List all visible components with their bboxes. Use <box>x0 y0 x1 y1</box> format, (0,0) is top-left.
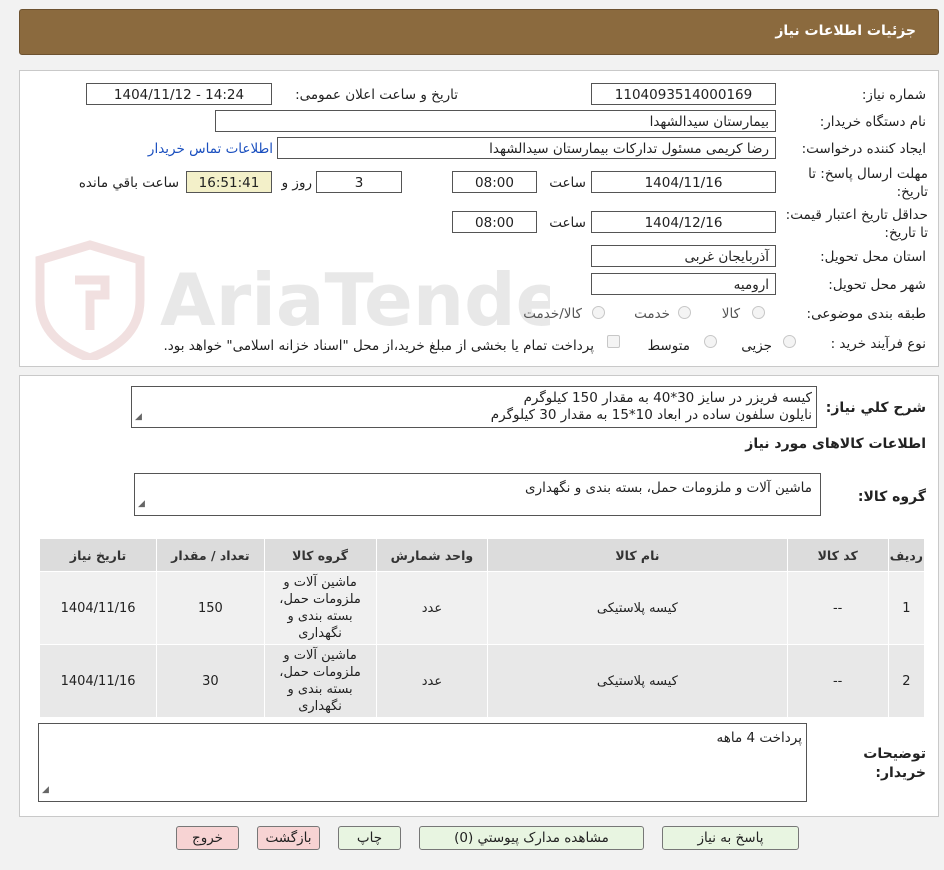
process-radio-medium[interactable] <box>704 335 717 348</box>
process-option-medium: متوسط <box>647 338 690 354</box>
col-name: نام کالا <box>487 538 788 572</box>
print-button[interactable]: چاپ <box>338 826 401 850</box>
category-option-goods: کالا <box>721 306 740 322</box>
province-label: استان محل تحویل: <box>820 249 926 265</box>
price-validity-date-field: 1404/12/16 <box>591 211 776 233</box>
col-group: گروه کالا <box>263 538 377 572</box>
buyer-org-label: نام دستگاه خریدار: <box>819 114 926 130</box>
goods-group-value: ماشین آلات و ملزومات حمل، بسته بندی و نگ… <box>525 480 812 496</box>
treasury-note: پرداخت تمام یا بخشی از مبلغ خرید،از محل … <box>163 338 594 354</box>
buyer-org-field: بیمارستان سیدالشهدا <box>215 110 776 132</box>
reply-deadline-label-text: مهلت ارسال پاسخ: تا تاریخ: <box>808 166 928 200</box>
resize-grip-icon[interactable]: ◢ <box>135 409 142 426</box>
category-label: طبقه بندی موضوعی: <box>806 306 926 322</box>
items-table: ردیف کد کالا نام کالا واحد شمارش گروه کا… <box>38 538 926 718</box>
item-group-text: ماشین آلات و ملزومات حمل، بسته بندی و نگ… <box>279 575 361 641</box>
category-option-service: خدمت <box>634 306 670 322</box>
reply-date-field: 1404/11/16 <box>591 171 776 193</box>
need-number-field: 1104093514000169 <box>591 83 776 105</box>
category-option-goods-service: کالا/خدمت <box>523 306 582 322</box>
item-group: ماشین آلات و ملزومات حمل، بسته بندی و نگ… <box>263 571 377 645</box>
item-date: 1404/11/16 <box>38 644 158 718</box>
goods-group-label: گروه کالا: <box>857 489 926 505</box>
creator-label: ایجاد کننده درخواست: <box>801 141 926 157</box>
item-name: کیسه پلاستیکی <box>487 644 788 718</box>
announce-datetime-field: 1404/11/12 - 14:24 <box>86 83 272 105</box>
back-button[interactable]: بازگشت <box>257 826 320 850</box>
reply-time-field: 08:00 <box>452 171 537 193</box>
buyer-notes-label-text: توضیحات خریدار: <box>863 746 926 781</box>
table-header-row: ردیف کد کالا نام کالا واحد شمارش گروه کا… <box>38 538 926 572</box>
resize-grip-icon[interactable]: ◢ <box>138 495 145 514</box>
remaining-time-field: 16:51:41 <box>186 171 272 193</box>
price-validity-time-field: 08:00 <box>452 211 537 233</box>
col-unit: واحد شمارش <box>375 538 489 572</box>
buyer-notes-textarea[interactable]: پرداخت 4 ماهه ◢ <box>38 723 807 802</box>
watermark-text: AriaTender.net <box>160 258 550 342</box>
col-date: تاریخ نیاز <box>38 538 158 572</box>
item-qty: 30 <box>156 644 265 718</box>
creator-field: رضا کریمی مسئول تدارکات بیمارستان سیدالش… <box>277 137 776 159</box>
remaining-time-label: ساعت باقي مانده <box>78 175 179 191</box>
col-qty: تعداد / مقدار <box>156 538 265 572</box>
city-field: ارومیه <box>591 273 776 295</box>
reply-time-label: ساعت <box>549 175 586 191</box>
item-group-text: ماشین آلات و ملزومات حمل، بسته بندی و نگ… <box>279 648 361 714</box>
summary-line-1: کیسه فریزر در سایز 30*40 به مقدار 150 کی… <box>523 390 812 406</box>
resize-grip-icon[interactable]: ◢ <box>42 781 49 800</box>
row-index: 1 <box>887 571 926 645</box>
item-code: -- <box>786 571 889 645</box>
page-title: جزئیات اطلاعات نیاز <box>775 23 916 39</box>
item-name: کیسه پلاستیکی <box>487 571 788 645</box>
price-validity-label-text: حداقل تاریخ اعتبار قیمت: تا تاریخ: <box>785 207 928 241</box>
buyer-contact-link[interactable]: اطلاعات تماس خریدار <box>148 141 273 157</box>
item-qty: 150 <box>156 571 265 645</box>
reply-days-label: روز و <box>281 175 312 191</box>
goods-section-title: اطلاعات کالاهای مورد نیاز <box>745 436 926 452</box>
category-radio-service[interactable] <box>678 306 691 319</box>
price-validity-label: حداقل تاریخ اعتبار قیمت: تا تاریخ: <box>778 206 928 242</box>
summary-line-2: نایلون سلفون ساده در ابعاد 10*15 به مقدا… <box>490 407 812 423</box>
item-unit: عدد <box>375 571 489 645</box>
announce-datetime-label: تاریخ و ساعت اعلان عمومی: <box>295 87 458 103</box>
item-date: 1404/11/16 <box>38 571 158 645</box>
reply-button[interactable]: پاسخ به نیاز <box>662 826 799 850</box>
exit-button[interactable]: خروج <box>176 826 239 850</box>
buyer-notes-label: توضیحات خریدار: <box>856 745 926 783</box>
item-group: ماشین آلات و ملزومات حمل، بسته بندی و نگ… <box>263 644 377 718</box>
goods-group-textarea[interactable]: ماشین آلات و ملزومات حمل، بسته بندی و نگ… <box>134 473 821 516</box>
category-radio-goods-service[interactable] <box>592 306 605 319</box>
need-number-label: شماره نیاز: <box>861 87 926 103</box>
process-radio-minor[interactable] <box>783 335 796 348</box>
category-radio-goods[interactable] <box>752 306 765 319</box>
item-code: -- <box>786 644 889 718</box>
buyer-notes-value: پرداخت 4 ماهه <box>716 730 802 746</box>
summary-textarea[interactable]: کیسه فریزر در سایز 30*40 به مقدار 150 کی… <box>131 386 817 428</box>
table-row: 2 -- کیسه پلاستیکی عدد ماشین آلات و ملزو… <box>38 644 926 718</box>
reply-days-field: 3 <box>316 171 402 193</box>
treasury-checkbox[interactable] <box>607 335 620 348</box>
reply-deadline-label: مهلت ارسال پاسخ: تا تاریخ: <box>778 165 928 201</box>
item-unit: عدد <box>375 644 489 718</box>
province-field: آذربایجان غربی <box>591 245 776 267</box>
process-type-label: نوع فرآیند خرید : <box>830 336 926 352</box>
table-row: 1 -- کیسه پلاستیکی عدد ماشین آلات و ملزو… <box>38 571 926 645</box>
page-header: جزئیات اطلاعات نیاز <box>19 9 939 55</box>
col-code: کد کالا <box>786 538 889 572</box>
summary-label: شرح کلي نياز: <box>825 400 926 416</box>
attachments-button[interactable]: مشاهده مدارک پیوستي (0) <box>419 826 644 850</box>
price-validity-time-label: ساعت <box>549 215 586 231</box>
row-index: 2 <box>887 644 926 718</box>
col-row: ردیف <box>887 538 926 572</box>
city-label: شهر محل تحویل: <box>828 277 926 293</box>
process-option-minor: جزیی <box>741 338 772 354</box>
